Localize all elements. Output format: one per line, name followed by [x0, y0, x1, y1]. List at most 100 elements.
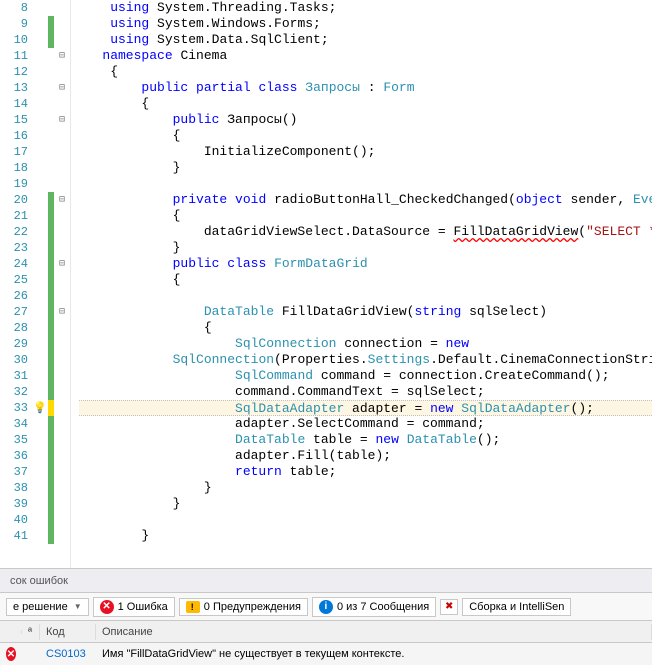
change-marker — [48, 272, 54, 288]
warnings-filter-button[interactable]: 0 Предупреждения — [179, 598, 308, 616]
gutter-line: 34 — [0, 416, 70, 432]
header-code[interactable]: Код — [40, 624, 96, 640]
change-marker — [48, 128, 54, 144]
code-line[interactable]: } — [79, 496, 652, 512]
line-number: 39 — [0, 497, 32, 511]
line-number: 30 — [0, 353, 32, 367]
code-line[interactable]: using System.Threading.Tasks; — [79, 0, 652, 16]
gutter-line: 33💡 — [0, 400, 70, 416]
code-line[interactable]: SqlDataAdapter adapter = new SqlDataAdap… — [79, 400, 652, 416]
line-number: 18 — [0, 161, 32, 175]
code-line[interactable]: SqlCommand command = connection.CreateCo… — [79, 368, 652, 384]
code-line[interactable]: SqlConnection connection = new — [79, 336, 652, 352]
fold-toggle[interactable]: ⊟ — [54, 114, 70, 126]
toggle-button[interactable]: ✖ — [440, 599, 458, 615]
gutter-line: 40 — [0, 512, 70, 528]
build-intellisense-dropdown[interactable]: Сборка и IntelliSen — [462, 598, 571, 616]
fold-toggle[interactable]: ⊟ — [54, 194, 70, 206]
change-marker — [48, 464, 54, 480]
line-number: 8 — [0, 1, 32, 15]
error-icon: ✕ — [6, 647, 16, 661]
change-marker — [48, 32, 54, 48]
gutter-line: 25 — [0, 272, 70, 288]
code-line[interactable]: private void radioButtonHall_CheckedChan… — [79, 192, 652, 208]
messages-filter-button[interactable]: i 0 из 7 Сообщения — [312, 597, 436, 617]
fold-toggle[interactable]: ⊟ — [54, 50, 70, 62]
code-line[interactable]: command.CommandText = sqlSelect; — [79, 384, 652, 400]
line-number: 28 — [0, 321, 32, 335]
code-line[interactable]: using System.Windows.Forms; — [79, 16, 652, 32]
change-marker — [48, 320, 54, 336]
code-line[interactable]: SqlConnection(Properties.Settings.Defaul… — [79, 352, 652, 368]
line-number: 17 — [0, 145, 32, 159]
code-line[interactable]: return table; — [79, 464, 652, 480]
warning-icon — [186, 601, 200, 613]
change-marker — [48, 432, 54, 448]
code-line[interactable]: DataTable FillDataGridView(string sqlSel… — [79, 304, 652, 320]
code-line[interactable]: } — [79, 240, 652, 256]
errors-filter-button[interactable]: ✕ 1 Ошибка — [93, 597, 175, 617]
chevron-down-icon: ▼ — [74, 602, 82, 611]
code-line[interactable]: dataGridViewSelect.DataSource = FillData… — [79, 224, 652, 240]
line-number: 24 — [0, 257, 32, 271]
code-line[interactable]: { — [79, 320, 652, 336]
code-editor[interactable]: 891011⊟1213⊟1415⊟1617181920⊟21222324⊟252… — [0, 0, 652, 568]
gutter-line: 20⊟ — [0, 192, 70, 208]
line-number: 26 — [0, 289, 32, 303]
line-number: 40 — [0, 513, 32, 527]
code-line[interactable]: public partial class Запросы : Form — [79, 80, 652, 96]
code-area[interactable]: using System.Threading.Tasks; using Syst… — [71, 0, 652, 568]
line-number: 10 — [0, 33, 32, 47]
fold-toggle[interactable]: ⊟ — [54, 306, 70, 318]
gutter-line: 28 — [0, 320, 70, 336]
change-marker — [48, 400, 54, 416]
line-number: 11 — [0, 49, 32, 63]
change-marker — [48, 288, 54, 304]
code-line[interactable]: { — [79, 272, 652, 288]
gutter-line: 35 — [0, 432, 70, 448]
change-marker — [48, 480, 54, 496]
gutter-line: 30 — [0, 352, 70, 368]
code-line[interactable]: } — [79, 160, 652, 176]
error-code[interactable]: CS0103 — [40, 646, 96, 662]
code-line[interactable]: { — [79, 96, 652, 112]
code-line[interactable]: } — [79, 528, 652, 544]
code-line[interactable]: adapter.Fill(table); — [79, 448, 652, 464]
code-line[interactable] — [79, 176, 652, 192]
fold-toggle[interactable]: ⊟ — [54, 258, 70, 270]
change-marker — [48, 416, 54, 432]
code-line[interactable] — [79, 544, 652, 560]
gutter-line: 21 — [0, 208, 70, 224]
change-marker — [48, 64, 54, 80]
code-line[interactable]: { — [79, 64, 652, 80]
code-line[interactable]: using System.Data.SqlClient; — [79, 32, 652, 48]
code-line[interactable]: public class FormDataGrid — [79, 256, 652, 272]
change-marker — [48, 384, 54, 400]
code-line[interactable]: public Запросы() — [79, 112, 652, 128]
change-marker — [48, 0, 54, 16]
header-description[interactable]: Описание — [96, 624, 652, 640]
code-line[interactable] — [79, 288, 652, 304]
code-line[interactable]: { — [79, 208, 652, 224]
lightbulb-icon[interactable]: 💡 — [32, 401, 48, 415]
change-marker — [48, 352, 54, 368]
fold-toggle[interactable]: ⊟ — [54, 82, 70, 94]
solution-filter-dropdown[interactable]: е решение▼ — [6, 598, 89, 616]
gutter-line: 29 — [0, 336, 70, 352]
code-line[interactable]: DataTable table = new DataTable(); — [79, 432, 652, 448]
gutter-line: 18 — [0, 160, 70, 176]
gutter-line: 38 — [0, 480, 70, 496]
code-line[interactable]: namespace Cinema — [79, 48, 652, 64]
line-number: 38 — [0, 481, 32, 495]
change-marker — [48, 512, 54, 528]
gutter-line: 16 — [0, 128, 70, 144]
error-list-panel: сок ошибок е решение▼ ✕ 1 Ошибка 0 Преду… — [0, 568, 652, 665]
error-row[interactable]: ✕ CS0103 Имя "FillDataGridView" не сущес… — [0, 643, 652, 665]
change-marker — [48, 240, 54, 256]
code-line[interactable]: { — [79, 128, 652, 144]
code-line[interactable]: adapter.SelectCommand = command; — [79, 416, 652, 432]
gutter-line: 39 — [0, 496, 70, 512]
code-line[interactable] — [79, 512, 652, 528]
code-line[interactable]: InitializeComponent(); — [79, 144, 652, 160]
code-line[interactable]: } — [79, 480, 652, 496]
